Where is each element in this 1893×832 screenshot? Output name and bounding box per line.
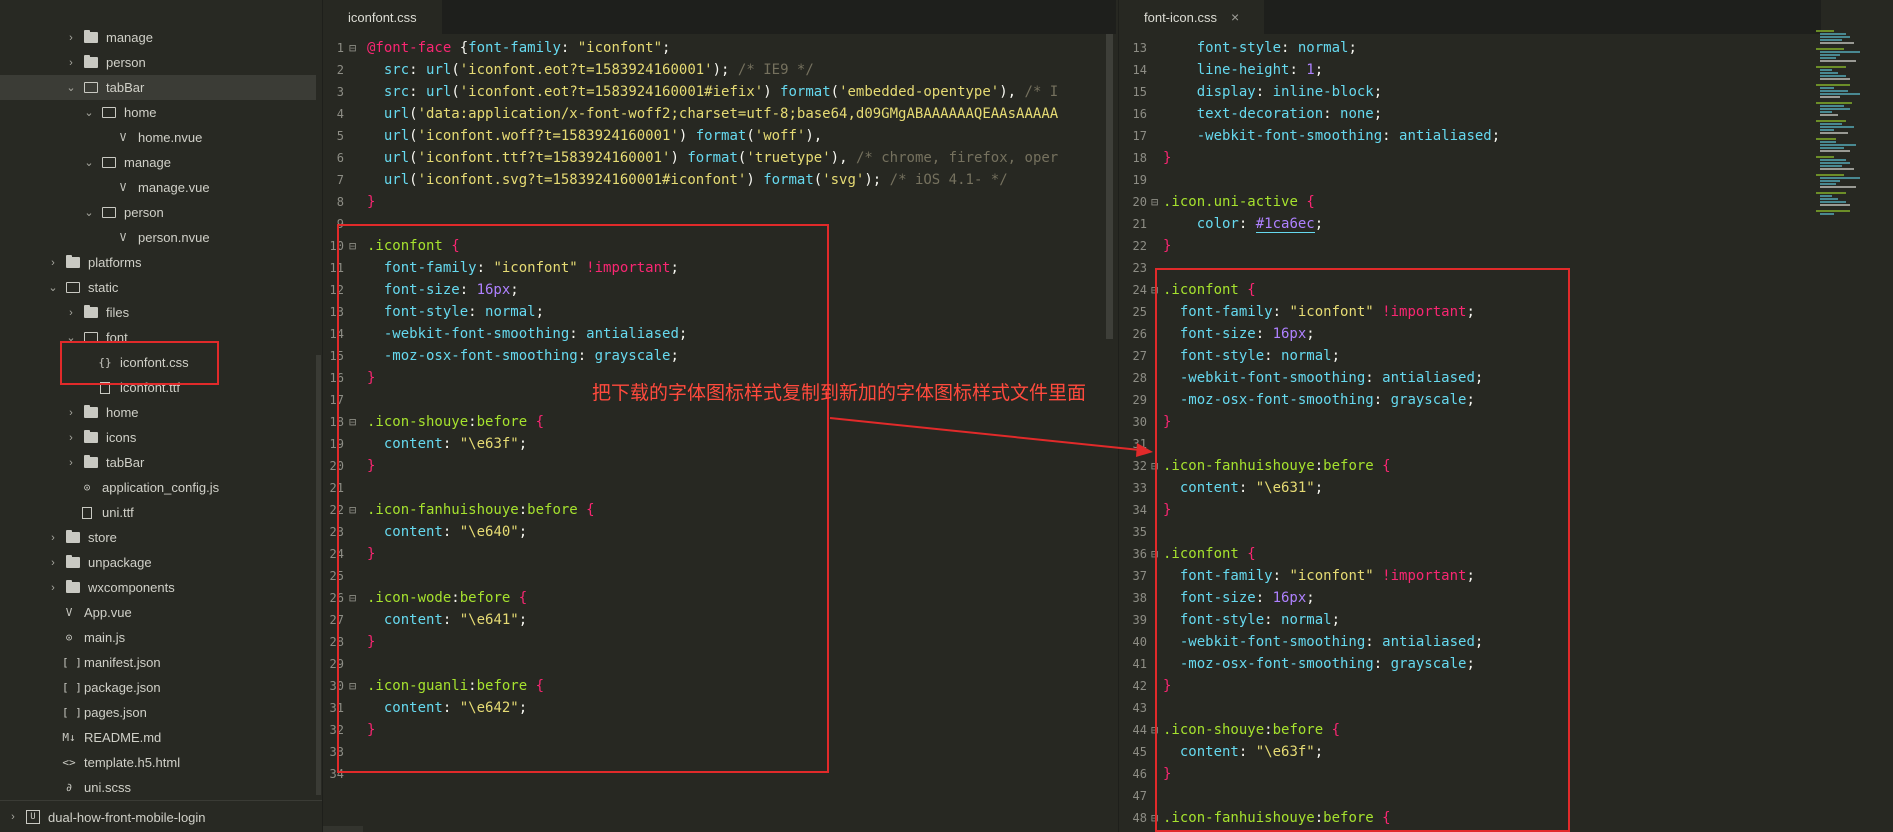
arrow-icon — [829, 417, 1153, 457]
